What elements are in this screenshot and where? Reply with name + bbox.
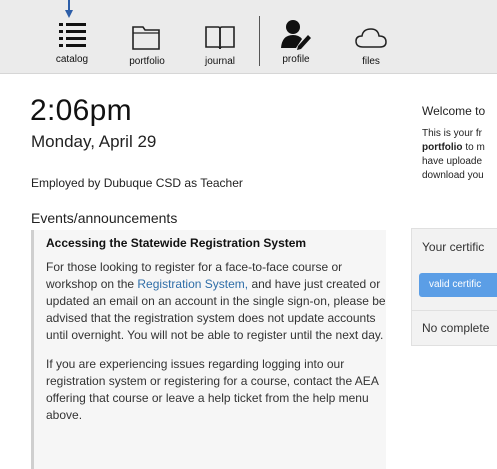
toolbar-portfolio-label: portfolio (129, 56, 165, 67)
toolbar-catalog[interactable]: catalog (37, 0, 107, 73)
no-completions-text: No complete (422, 321, 490, 335)
employment-status: Employed by Dubuque CSD as Teacher (31, 176, 243, 190)
events-heading: Events/announcements (31, 210, 178, 226)
catalog-list-icon (59, 23, 86, 47)
right-panel: Welcome to This is your fr portfolio to … (411, 0, 497, 469)
intro-line: download you (422, 170, 484, 181)
toolbar-profile[interactable]: profile (261, 0, 331, 73)
intro-line: This is your fr (422, 128, 483, 139)
current-time: 2:06pm (30, 94, 132, 127)
announcement-paragraph-2: If you are experiencing issues regarding… (46, 357, 379, 422)
intro-text: to m (462, 142, 485, 153)
folder-icon (132, 26, 160, 50)
toolbar-portfolio[interactable]: portfolio (112, 0, 182, 73)
current-date: Monday, April 29 (31, 132, 157, 151)
toolbar-files-label: files (362, 56, 380, 67)
toolbar-files[interactable]: files (336, 0, 406, 73)
announcement-paragraph-1: For those looking to register for a face… (46, 259, 388, 344)
portfolio-bold-text: portfolio (422, 142, 463, 153)
toolbar-profile-label: profile (282, 54, 310, 65)
toolbar-journal[interactable]: journal (185, 0, 255, 73)
book-icon (205, 26, 235, 50)
cloud-icon (355, 28, 387, 48)
announcement-card: Accessing the Statewide Registration Sys… (31, 230, 386, 469)
user-edit-icon (281, 20, 311, 50)
registration-system-link[interactable]: Registration System, (137, 277, 248, 291)
valid-certificates-button[interactable]: valid certific (419, 273, 497, 297)
intro-line: have uploade (422, 156, 483, 167)
toolbar-journal-label: journal (204, 56, 236, 67)
welcome-heading: Welcome to (422, 104, 486, 118)
certificates-heading: Your certific (422, 240, 485, 254)
welcome-intro: This is your fr portfolio to m have uplo… (422, 127, 497, 183)
toolbar-divider (259, 16, 260, 66)
announcement-title: Accessing the Statewide Registration Sys… (46, 236, 307, 250)
intro-line: portfolio to m (422, 141, 497, 155)
toolbar-catalog-label: catalog (55, 54, 89, 65)
